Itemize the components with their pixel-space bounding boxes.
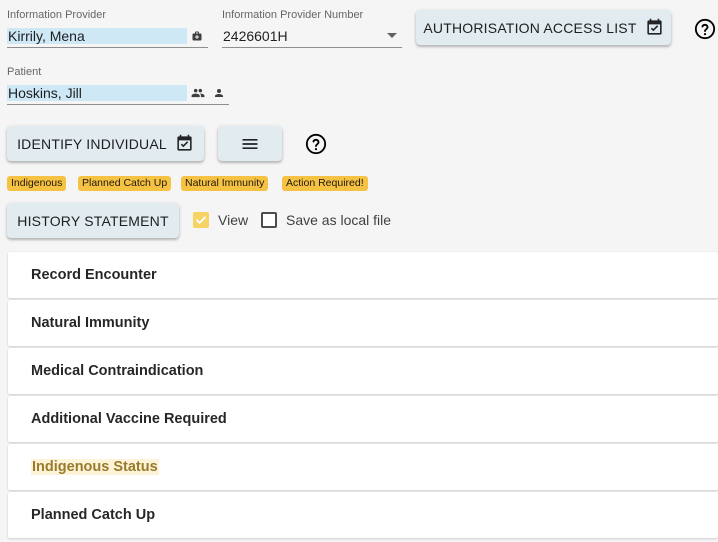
- panel-planned-catch-up[interactable]: Planned Catch Up: [8, 492, 718, 538]
- panel-title: Natural Immunity: [31, 315, 150, 331]
- panel-title: Medical Contraindication: [31, 363, 204, 379]
- identify-individual-button[interactable]: IDENTIFY INDIVIDUAL: [7, 126, 204, 161]
- authorisation-access-list-button[interactable]: AUTHORISATION ACCESS LIST: [416, 10, 671, 45]
- panel-indigenous-status[interactable]: Indigenous Status: [8, 444, 718, 490]
- panel-title: Indigenous Status: [31, 459, 159, 475]
- provider-label: Information Provider: [7, 9, 107, 21]
- history-statement-button[interactable]: HISTORY STATEMENT: [7, 203, 179, 238]
- person-icon[interactable]: [212, 85, 226, 100]
- help-icon[interactable]: [305, 133, 327, 155]
- chip-planned-catch-up: Planned Catch Up: [78, 176, 172, 191]
- chip-natural-immunity: Natural Immunity: [181, 176, 269, 191]
- view-checkbox-row[interactable]: View: [193, 212, 248, 228]
- chevron-down-icon[interactable]: [387, 33, 397, 38]
- help-icon-top[interactable]: [694, 18, 716, 40]
- provider-number-select[interactable]: 2426601H: [222, 26, 402, 48]
- patient-value[interactable]: Hoskins, Jill: [7, 85, 187, 101]
- calendar-check-icon: [175, 134, 194, 153]
- menu-button[interactable]: [218, 126, 282, 161]
- provider-value[interactable]: Kirrily, Mena: [7, 28, 187, 44]
- panel-additional-vaccine-required[interactable]: Additional Vaccine Required: [8, 396, 718, 442]
- panel-title: Additional Vaccine Required: [31, 411, 227, 427]
- history-statement-label: HISTORY STATEMENT: [17, 212, 169, 229]
- chip-action-required: Action Required!: [282, 176, 368, 191]
- identify-individual-label: IDENTIFY INDIVIDUAL: [17, 135, 167, 152]
- view-label: View: [218, 212, 249, 228]
- provider-field[interactable]: Kirrily, Mena: [7, 26, 208, 48]
- panel-title: Record Encounter: [31, 267, 157, 283]
- authorisation-access-list-label: AUTHORISATION ACCESS LIST: [423, 19, 637, 36]
- panel-title: Planned Catch Up: [31, 507, 156, 523]
- save-local-label: Save as local file: [286, 212, 392, 228]
- save-local-checkbox-row[interactable]: Save as local file: [261, 212, 391, 228]
- patient-label: Patient: [7, 66, 42, 78]
- provider-number-value: 2426601H: [223, 28, 288, 44]
- calendar-check-icon: [645, 18, 664, 37]
- chip-indigenous: Indigenous: [7, 176, 67, 191]
- panel-natural-immunity[interactable]: Natural Immunity: [8, 300, 718, 346]
- menu-icon: [240, 134, 260, 154]
- provider-number-label: Information Provider Number: [222, 9, 364, 21]
- panel-record-encounter[interactable]: Record Encounter: [8, 252, 718, 298]
- medical-bag-icon: [190, 29, 204, 43]
- people-icon[interactable]: [190, 85, 205, 100]
- save-local-checkbox[interactable]: [261, 212, 277, 228]
- patient-field[interactable]: Hoskins, Jill: [7, 83, 229, 105]
- view-checkbox[interactable]: [193, 212, 209, 228]
- panel-medical-contraindication[interactable]: Medical Contraindication: [8, 348, 718, 394]
